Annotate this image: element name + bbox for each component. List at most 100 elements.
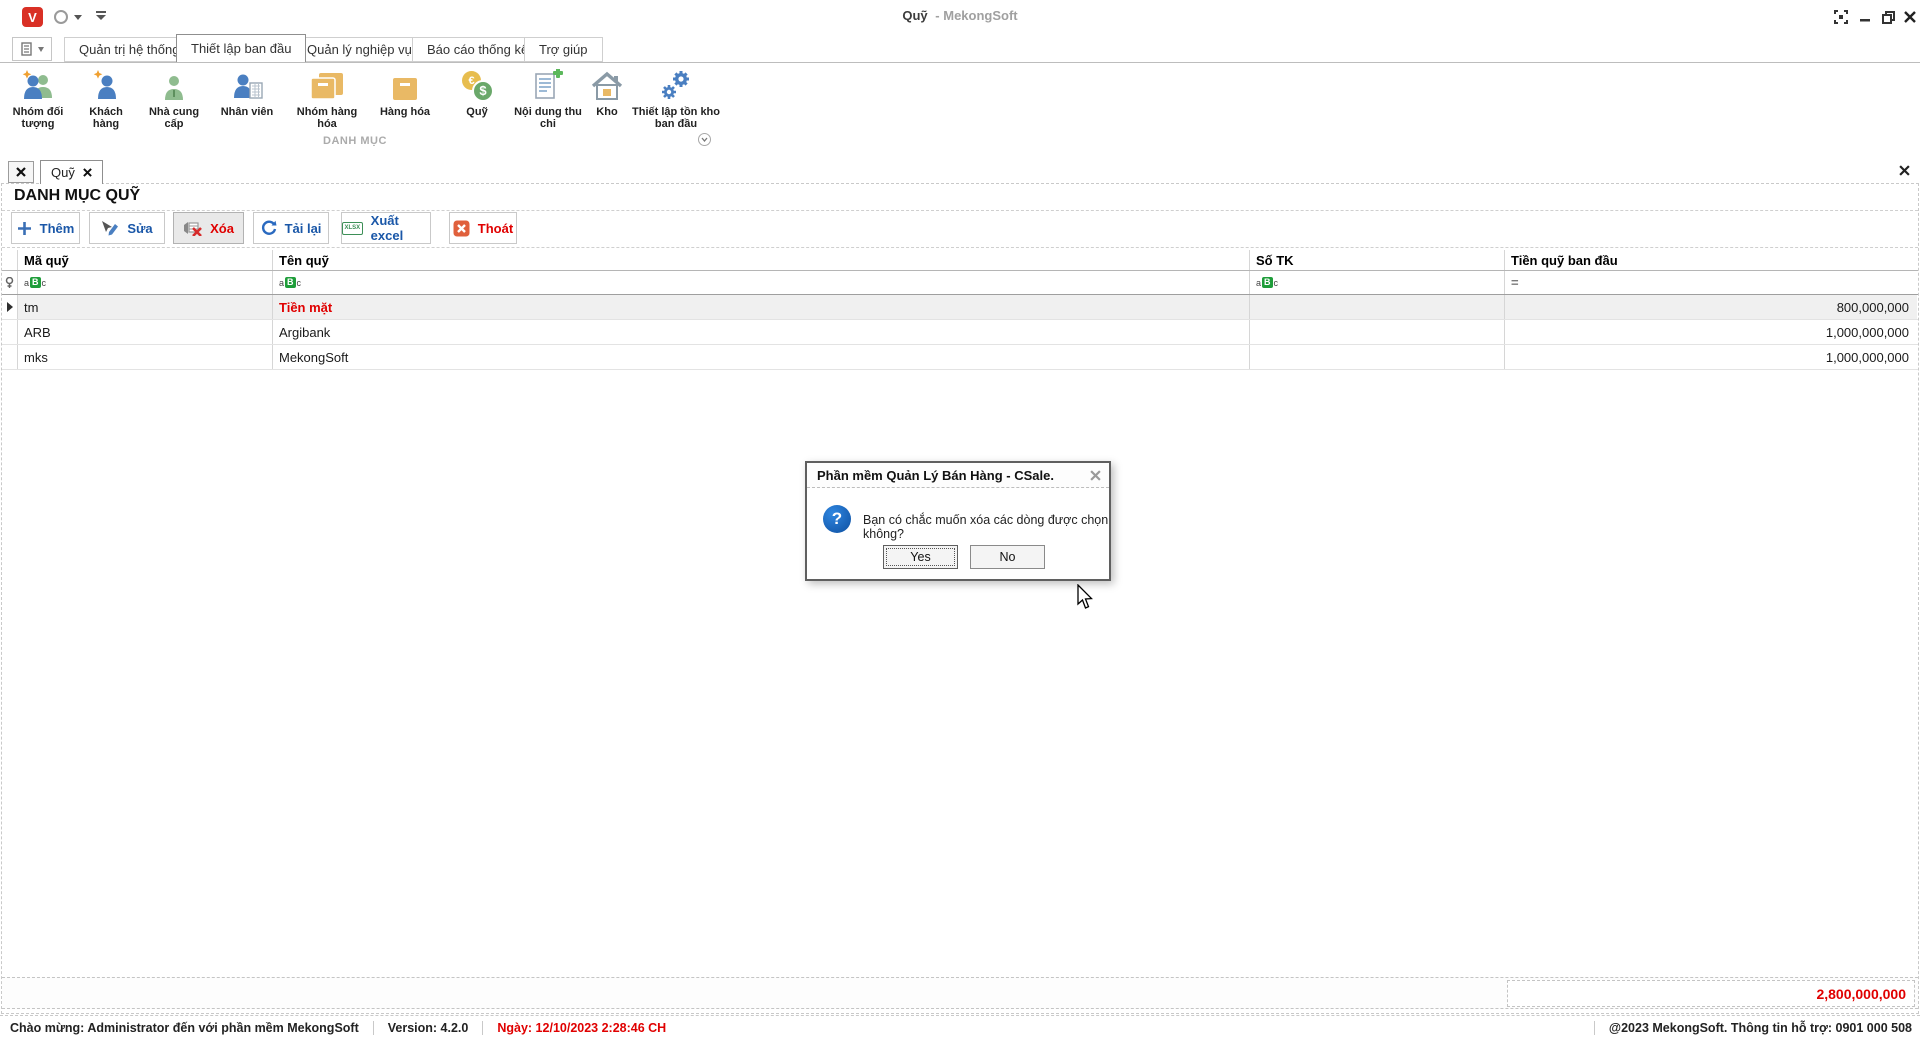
ribbon-item-khach-hang[interactable]: Khách hàng (80, 67, 132, 130)
strip-close-icon[interactable] (1899, 164, 1910, 179)
statusbar-separator (372, 1020, 374, 1035)
cell-ma-quy[interactable]: tm (18, 295, 273, 319)
column-header-label: Số TK (1256, 252, 1294, 268)
document-tab-quy[interactable]: Quỹ (40, 160, 103, 184)
quy-grid: Mã quỹ Tên quỹ Số TK Tiền quỹ ban đầu aB… (2, 250, 1918, 370)
date-text: Ngày: 12/10/2023 2:28:46 CH (497, 1020, 667, 1035)
ribbon-item-thiet-lap-ton-kho[interactable]: Thiết lập tồn kho ban đầu (630, 67, 722, 130)
delete-button-label: Xóa (210, 220, 234, 236)
confirm-delete-dialog: Phần mềm Quản Lý Bán Hàng - CSale. ? Bạn… (805, 461, 1111, 581)
column-header-so-tk[interactable]: Số TK (1250, 250, 1505, 270)
filter-cell-ma-quy[interactable]: aBc (18, 271, 273, 294)
plus-icon (17, 221, 31, 235)
app-menu-button[interactable] (12, 37, 52, 61)
cell-ten-quy[interactable]: Tiền mặt (273, 295, 1250, 319)
customer-person-icon (80, 67, 132, 103)
ribbon-tab-label: Quản lý nghiệp vụ (307, 42, 412, 57)
column-header-tien-quy-ban-dau[interactable]: Tiền quỹ ban đầu (1505, 250, 1917, 270)
filter-cell-tien-quy[interactable]: = (1505, 271, 1917, 294)
collapse-ribbon-icon[interactable] (698, 133, 711, 146)
filter-pin-icon (5, 276, 14, 288)
ribbon-item-nhom-hang-hoa[interactable]: Nhóm hàng hóa (288, 67, 366, 130)
reload-button-label: Tải lại (284, 220, 322, 236)
cell-tien-quy[interactable]: 1,000,000,000 (1505, 320, 1917, 344)
current-row-arrow-icon (6, 302, 13, 312)
supplier-person-icon (142, 67, 206, 103)
cell-ma-quy[interactable]: mks (18, 345, 273, 369)
ribbon-item-hang-hoa[interactable]: Hàng hóa (376, 67, 434, 118)
cell-ten-quy[interactable]: Argibank (273, 320, 1250, 344)
grid-header-row: Mã quỹ Tên quỹ Số TK Tiền quỹ ban đầu (2, 250, 1918, 271)
ribbon-item-noi-dung-thu-chi[interactable]: Nội dung thu chi (514, 67, 582, 130)
filter-cell-so-tk[interactable]: aBc (1250, 271, 1505, 294)
grid-filter-row: aBc aBc aBc = (2, 271, 1918, 295)
ribbon-item-label: Quỹ (466, 106, 488, 118)
tab-close-icon[interactable] (83, 168, 92, 177)
welcome-text: Chào mừng: Administrator đến với phần mề… (10, 1020, 359, 1035)
table-row[interactable]: ARB Argibank 1,000,000,000 (2, 320, 1918, 345)
close-all-tabs-button[interactable] (8, 161, 34, 183)
ribbon-tab-quan-ly-nghiep-vu[interactable]: Quản lý nghiệp vụ (292, 37, 427, 62)
table-row[interactable]: mks MekongSoft 1,000,000,000 (2, 345, 1918, 370)
dollar-glyph: $ (479, 83, 487, 98)
goods-box-icon (376, 67, 434, 103)
ribbon-tab-tro-giup[interactable]: Trợ giúp (524, 37, 603, 62)
export-excel-button[interactable]: XLSX Xuất excel (341, 212, 431, 244)
ribbon-item-label: Nhân viên (220, 106, 274, 118)
ribbon-tab-bar: Quản trị hệ thống Thiết lập ban đầu Quản… (0, 34, 1920, 62)
add-button-label: Thêm (39, 220, 75, 236)
yes-button[interactable]: Yes (883, 545, 958, 569)
exit-button-label: Thoát (477, 220, 514, 236)
minimize-icon[interactable] (1854, 8, 1876, 26)
no-button[interactable]: No (970, 545, 1045, 569)
ribbon-item-nha-cung-cap[interactable]: Nhà cung cấp (142, 67, 206, 130)
cell-ten-quy[interactable]: MekongSoft (273, 345, 1250, 369)
document-tab-strip: Quỹ (0, 160, 1920, 184)
refresh-icon (261, 220, 277, 235)
cell-tien-quy[interactable]: 1,000,000,000 (1505, 345, 1917, 369)
ribbon-tab-label: Thiết lập ban đầu (191, 41, 292, 56)
edit-pencil-icon (102, 221, 119, 236)
delete-button[interactable]: Xóa (173, 212, 244, 244)
ribbon-tab-label: Quản trị hệ thống (79, 42, 180, 57)
ribbon-tab-label: Báo cáo thống kê (427, 42, 529, 57)
delete-row-icon (184, 221, 202, 236)
cell-so-tk[interactable] (1250, 345, 1505, 369)
ribbon-item-nhom-doi-tuong[interactable]: Nhóm đối tượng (6, 67, 70, 130)
exit-button[interactable]: Thoát (449, 212, 517, 244)
cell-ma-quy[interactable]: ARB (18, 320, 273, 344)
ribbon-tab-thiet-lap-ban-dau[interactable]: Thiết lập ban đầu (176, 34, 307, 62)
cell-so-tk[interactable] (1250, 295, 1505, 319)
reload-button[interactable]: Tải lại (253, 212, 329, 244)
cell-so-tk[interactable] (1250, 320, 1505, 344)
export-excel-button-label: Xuất excel (370, 213, 404, 243)
ribbon-item-kho[interactable]: Kho (588, 67, 626, 118)
total-amount: 2,800,000,000 (1507, 980, 1915, 1007)
group-people-icon (6, 67, 70, 103)
column-header-ten-quy[interactable]: Tên quỹ (273, 250, 1250, 270)
abc-filter-icon: aBc (279, 277, 302, 288)
ribbon-item-label: Nhà cung cấp (148, 106, 200, 130)
cell-tien-quy[interactable]: 800,000,000 (1505, 295, 1917, 319)
ribbon-group-danh-muc: Nhóm đối tượng Khách hàng Nhà cung cấp N… (0, 62, 1920, 152)
divider (2, 247, 1918, 248)
table-row[interactable]: tm Tiền mặt 800,000,000 (2, 295, 1918, 320)
ribbon-item-nhan-vien[interactable]: Nhân viên (216, 67, 278, 118)
edit-button[interactable]: Sửa (89, 212, 165, 244)
ribbon-bottom-strip (0, 152, 1920, 160)
support-text: @2023 MekongSoft. Thông tin hỗ trợ: 0901… (1608, 1020, 1912, 1035)
row-indicator (2, 345, 18, 369)
close-window-icon[interactable] (1899, 8, 1920, 26)
column-header-ma-quy[interactable]: Mã quỹ (18, 250, 273, 270)
restore-icon[interactable] (1877, 8, 1899, 26)
add-button[interactable]: Thêm (11, 212, 80, 244)
ribbon-tab-quan-tri-he-thong[interactable]: Quản trị hệ thống (64, 37, 195, 62)
ribbon-item-quy[interactable]: € $ Quỹ (452, 67, 502, 118)
window-title-primary: Quỹ (902, 8, 928, 23)
fit-window-icon[interactable] (1830, 8, 1852, 26)
dialog-close-icon[interactable] (1090, 469, 1101, 484)
document-tab-label: Quỹ (51, 165, 75, 180)
column-header-label: Tiền quỹ ban đầu (1511, 252, 1618, 268)
column-header-label: Tên quỹ (279, 252, 329, 268)
filter-cell-ten-quy[interactable]: aBc (273, 271, 1250, 294)
